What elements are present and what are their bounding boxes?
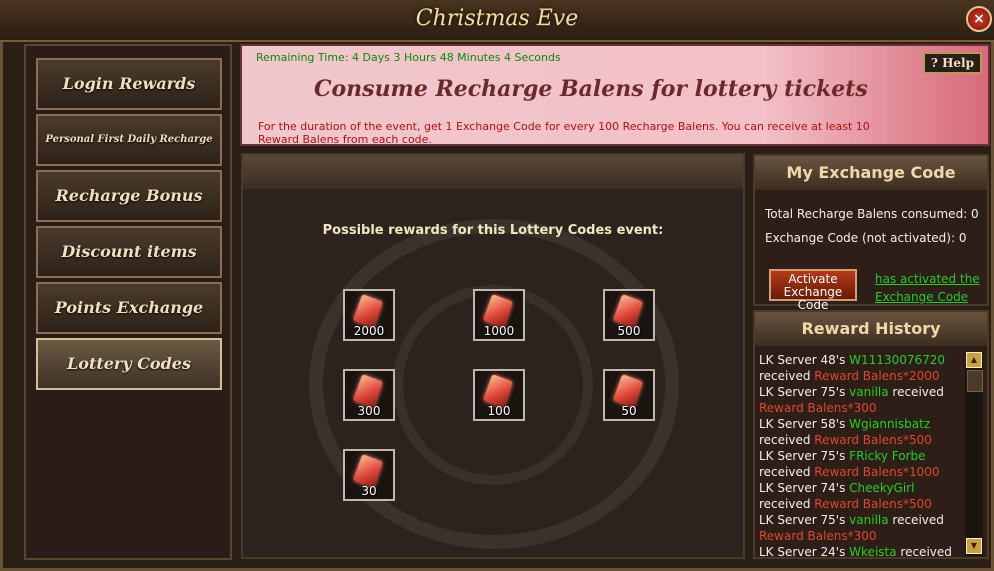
- reward-amount: 50: [621, 404, 637, 418]
- history-mid: received: [759, 465, 815, 479]
- reward-amount: 100: [487, 404, 511, 418]
- history-reward: Reward Balens*500: [814, 433, 932, 447]
- rewards-panel: Possible rewards for this Lottery Codes …: [241, 153, 745, 559]
- history-player: vanilla: [849, 513, 889, 527]
- history-reward: Reward Balens*2000: [814, 369, 940, 383]
- history-mid: received: [896, 545, 952, 559]
- nav-item-discount-items[interactable]: Discount items: [36, 226, 222, 278]
- balens-gem-icon: [612, 374, 644, 408]
- history-player: CheekyGirl: [849, 481, 915, 495]
- event-description: For the duration of the event, get 1 Exc…: [258, 120, 870, 146]
- exchange-code-title: My Exchange Code: [755, 156, 987, 190]
- reward-item[interactable]: 100: [473, 369, 525, 421]
- balens-gem-icon: [482, 294, 514, 328]
- reward-item[interactable]: 500: [603, 289, 655, 341]
- activate-code-button[interactable]: Activate Exchange Code: [769, 269, 857, 312]
- history-mid: received: [888, 385, 944, 399]
- window-title: Christmas Eve: [415, 6, 579, 31]
- scroll-down-icon[interactable]: ▼: [966, 538, 982, 554]
- balens-gem-icon: [612, 294, 644, 328]
- exchange-code-panel: My Exchange Code Total Recharge Balens c…: [753, 154, 989, 312]
- history-server: LK Server 75's: [759, 513, 850, 527]
- activate-label-1: Activate: [788, 272, 838, 286]
- rewards-panel-header: [243, 155, 743, 189]
- history-server: LK Server 24's: [759, 545, 850, 559]
- history-entry: LK Server 24's Wkeista received: [759, 544, 969, 559]
- history-player: Wkeista: [849, 545, 897, 559]
- reward-item[interactable]: 2000: [343, 289, 395, 341]
- history-server: LK Server 48's: [759, 353, 850, 367]
- reward-history-title: Reward History: [755, 312, 987, 346]
- nav-item-lottery-codes[interactable]: Lottery Codes: [36, 338, 222, 390]
- history-player: FRicky Forbe: [849, 449, 926, 463]
- remaining-time: Remaining Time: 4 Days 3 Hours 48 Minute…: [256, 51, 561, 64]
- reward-amount: 500: [617, 324, 641, 338]
- history-reward: Reward Balens*1000: [814, 465, 940, 479]
- history-server: LK Server 75's: [759, 449, 850, 463]
- nav-item-recharge-bonus[interactable]: Recharge Bonus: [36, 170, 222, 222]
- reward-amount: 300: [357, 404, 381, 418]
- reward-history-list: LK Server 48's W11130076720 received Rew…: [759, 352, 969, 559]
- reward-amount: 2000: [353, 324, 385, 338]
- reward-item[interactable]: 1000: [473, 289, 525, 341]
- history-entry: LK Server 75's FRicky Forbe received Rew…: [759, 448, 969, 480]
- history-entry: LK Server 48's W11130076720 received Rew…: [759, 352, 969, 384]
- history-mid: received: [759, 369, 815, 383]
- history-entry: LK Server 74's CheekyGirl received Rewar…: [759, 480, 969, 512]
- history-server: LK Server 58's: [759, 417, 850, 431]
- reward-item[interactable]: 30: [343, 449, 395, 501]
- close-icon[interactable]: ×: [966, 6, 992, 32]
- history-mid: received: [759, 433, 815, 447]
- scroll-up-icon[interactable]: ▲: [966, 352, 982, 368]
- nav-item-label: Login Rewards: [62, 74, 196, 93]
- history-scrollbar[interactable]: ▲ ▼: [965, 352, 983, 556]
- reward-amount: 1000: [483, 324, 515, 338]
- balens-consumed: Total Recharge Balens consumed: 0: [765, 207, 979, 221]
- nav-item-personal-first-daily-recharge[interactable]: Personal First Daily Recharge: [36, 114, 222, 166]
- history-player: vanilla: [849, 385, 889, 399]
- balens-gem-icon: [352, 294, 384, 328]
- nav-item-label: Lottery Codes: [67, 354, 191, 373]
- nav-item-points-exchange[interactable]: Points Exchange: [36, 282, 222, 334]
- codes-not-activated: Exchange Code (not activated): 0: [765, 231, 967, 245]
- balens-gem-icon: [352, 374, 384, 408]
- history-entry: LK Server 75's vanilla received Reward B…: [759, 512, 969, 544]
- scroll-thumb[interactable]: [967, 370, 983, 392]
- sidebar: Login Rewards Personal First Daily Rechar…: [24, 44, 232, 560]
- nav-item-label: Points Exchange: [54, 298, 204, 317]
- title-bar: Christmas Eve ×: [0, 0, 994, 42]
- history-reward: Reward Balens*300: [759, 529, 877, 543]
- history-player: Wgiannisbatz: [849, 417, 931, 431]
- nav-item-login-rewards[interactable]: Login Rewards: [36, 58, 222, 110]
- history-mid: received: [759, 497, 815, 511]
- event-banner: Remaining Time: 4 Days 3 Hours 48 Minute…: [240, 44, 990, 146]
- history-entry: LK Server 58's Wgiannisbatz received Rew…: [759, 416, 969, 448]
- reward-item[interactable]: 50: [603, 369, 655, 421]
- activated-codes-link[interactable]: has activated the Exchange Code: [875, 270, 980, 306]
- reward-amount: 30: [361, 484, 377, 498]
- rewards-heading: Possible rewards for this Lottery Codes …: [322, 223, 664, 238]
- history-entry: LK Server 75's vanilla received Reward B…: [759, 384, 969, 416]
- balens-gem-icon: [482, 374, 514, 408]
- activated-link-2: Exchange Code: [875, 290, 969, 304]
- reward-item[interactable]: 300: [343, 369, 395, 421]
- history-server: LK Server 75's: [759, 385, 850, 399]
- reward-history-panel: Reward History LK Server 48's W111300767…: [753, 310, 989, 559]
- history-mid: received: [888, 513, 944, 527]
- activated-link-1: has activated the: [875, 272, 980, 286]
- history-player: W11130076720: [849, 353, 946, 367]
- history-reward: Reward Balens*500: [814, 497, 932, 511]
- banner-headline: Consume Recharge Balens for lottery tick…: [314, 76, 868, 102]
- nav-item-label: Personal First Daily Recharge: [45, 134, 213, 145]
- nav-item-label: Recharge Bonus: [55, 186, 203, 205]
- history-server: LK Server 74's: [759, 481, 850, 495]
- help-button[interactable]: ? Help: [922, 52, 982, 74]
- history-reward: Reward Balens*300: [759, 401, 877, 415]
- balens-gem-icon: [352, 454, 384, 488]
- nav-item-label: Discount items: [61, 242, 197, 261]
